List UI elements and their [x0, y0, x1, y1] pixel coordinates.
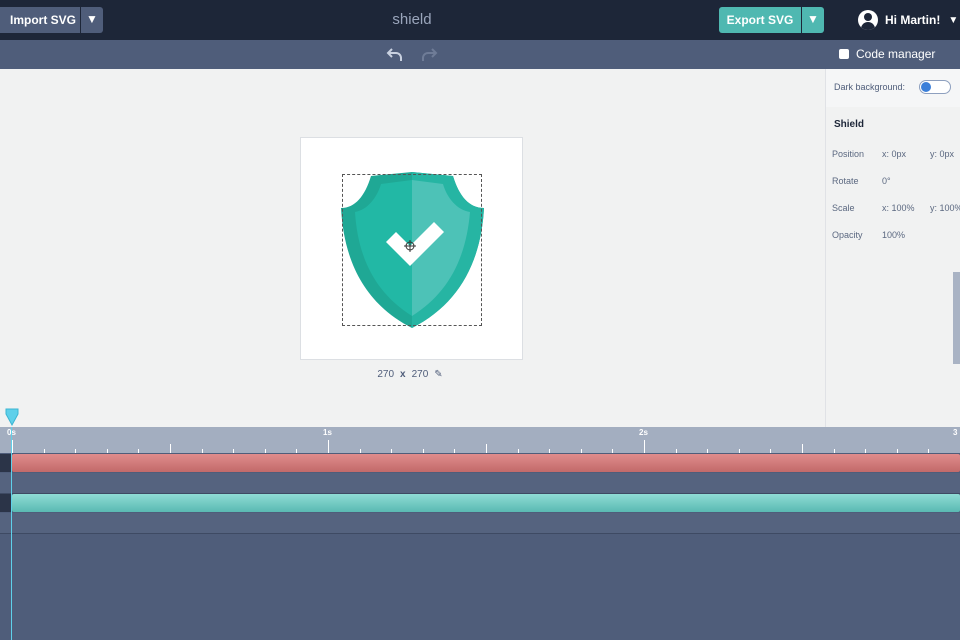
position-y-value[interactable]: y: 0px [930, 149, 960, 159]
edit-size-pencil-icon[interactable]: ✎ [434, 369, 442, 380]
ruler-tick [644, 440, 645, 453]
ruler-tick [738, 449, 740, 453]
ruler-label: 1s [323, 428, 332, 437]
ruler-tick [928, 449, 930, 453]
playhead-handle-icon[interactable] [5, 408, 19, 426]
canvas-size-label: 270 x 270 ✎ [340, 369, 480, 380]
ruler-tick [802, 444, 803, 453]
ruler-tick [454, 449, 456, 453]
properties-sidebar: Dark background: Shield Position x: 0px … [825, 69, 960, 427]
animation-track-bar[interactable] [12, 454, 960, 472]
canvas-area[interactable]: 270 x 270 ✎ [0, 69, 825, 427]
track-gutter [0, 494, 11, 512]
undo-icon[interactable] [386, 46, 404, 64]
rotate-label: Rotate [832, 176, 859, 186]
opacity-label: Opacity [832, 230, 863, 240]
ruler-tick [296, 449, 298, 453]
ruler-tick [106, 449, 108, 453]
properties-panel: Shield Position x: 0px y: 0px Rotate 0° … [826, 107, 960, 427]
user-avatar-icon [858, 10, 878, 30]
ruler-tick [233, 449, 235, 453]
ruler-tick [612, 449, 614, 453]
code-manager-checkbox[interactable] [839, 49, 849, 59]
ruler-tick [75, 449, 77, 453]
user-greeting: Hi Martin! [885, 13, 941, 27]
ruler-tick [675, 449, 677, 453]
ruler-tick [833, 449, 835, 453]
import-dropdown-chevron-icon[interactable]: ▼ [81, 7, 103, 33]
canvas-size-separator: x [400, 369, 406, 380]
canvas-toolbar [0, 40, 825, 69]
track-row-spacer [0, 513, 960, 533]
ruler-tick [549, 449, 551, 453]
dark-background-toggle[interactable] [919, 80, 951, 94]
code-manager-label: Code manager [856, 47, 936, 61]
ruler-tick [865, 449, 867, 453]
position-label: Position [832, 149, 865, 159]
ruler-tick [359, 449, 361, 453]
track-row-spacer [0, 473, 960, 493]
import-svg-button[interactable]: Import SVG [0, 7, 80, 33]
user-menu[interactable]: Hi Martin! ▼ [858, 9, 958, 31]
timeline: 0s1s2s3 [0, 408, 960, 640]
ruler-tick [770, 449, 772, 453]
ruler-tick [170, 444, 171, 453]
ruler-tick [422, 449, 424, 453]
canvas-width: 270 [377, 369, 395, 380]
playhead-line [11, 427, 12, 640]
ruler-tick [391, 449, 393, 453]
track-divider [0, 533, 960, 534]
ruler-tick [201, 449, 203, 453]
top-bar: Import SVG ▼ shield Export SVG ▼ Hi Mart… [0, 0, 960, 40]
ruler-label: 2s [639, 428, 648, 437]
export-dropdown-chevron-icon[interactable]: ▼ [802, 7, 824, 33]
ruler-tick [43, 449, 45, 453]
ruler-tick [328, 440, 329, 453]
ruler-label: 3 [953, 428, 958, 437]
dark-background-label: Dark background: [834, 82, 906, 92]
selection-box[interactable] [342, 174, 482, 326]
section-title: Shield [834, 119, 865, 130]
scale-label: Scale [832, 203, 855, 213]
export-svg-button[interactable]: Export SVG [719, 7, 801, 33]
document-title: shield [392, 11, 432, 28]
opacity-value[interactable]: 100% [882, 230, 932, 240]
ruler-tick [517, 449, 519, 453]
ruler-tick [707, 449, 709, 453]
rotate-value[interactable]: 0° [882, 176, 932, 186]
ruler-tick [896, 449, 898, 453]
ruler-tick [138, 449, 140, 453]
position-x-value[interactable]: x: 0px [882, 149, 932, 159]
ruler-tick [12, 440, 13, 453]
panel-scrollbar[interactable] [953, 272, 960, 364]
ruler-tick [486, 444, 487, 453]
ruler-tick [580, 449, 582, 453]
animation-track-bar[interactable] [12, 494, 960, 512]
ruler-tick [264, 449, 266, 453]
redo-icon[interactable] [420, 46, 438, 64]
track-gutter [0, 454, 11, 472]
scale-y-value[interactable]: y: 100% [930, 203, 960, 213]
timeline-ruler[interactable]: 0s1s2s3 [0, 427, 960, 453]
code-manager-header: Code manager [825, 40, 960, 69]
user-menu-chevron-icon[interactable]: ▼ [948, 15, 958, 26]
canvas-height: 270 [411, 369, 429, 380]
scale-x-value[interactable]: x: 100% [882, 203, 932, 213]
toggle-knob [921, 82, 931, 92]
